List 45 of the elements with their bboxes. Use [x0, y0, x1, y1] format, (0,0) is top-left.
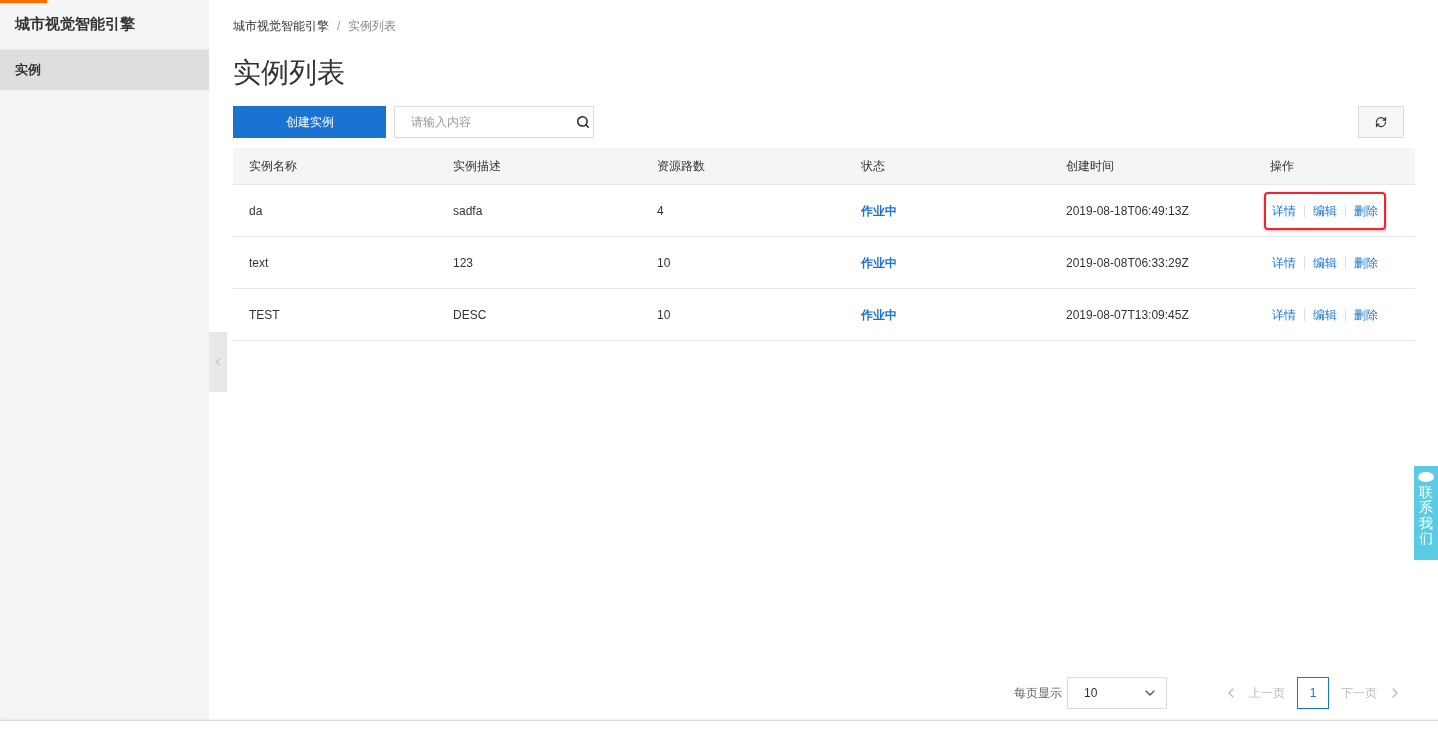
table-cell: da	[249, 203, 263, 218]
table-cell: 2019-08-08T06:33:29Z	[1066, 255, 1189, 270]
table-cell: TEST	[249, 307, 280, 322]
breadcrumb-item[interactable]: 城市视觉智能引擎	[233, 17, 329, 35]
breadcrumb-separator: /	[337, 18, 341, 35]
column-header: 资源路数	[657, 159, 705, 173]
collapse-handle[interactable]	[209, 332, 227, 392]
search-icon[interactable]	[576, 115, 590, 129]
status-text: 作业中	[861, 307, 897, 322]
table-cell: text	[249, 255, 269, 270]
table-cell: 10	[657, 255, 671, 270]
refresh-button[interactable]	[1358, 106, 1404, 138]
action-link[interactable]: 删除	[1354, 253, 1378, 272]
table-cell: sadfa	[453, 203, 483, 218]
chat-icon	[1418, 472, 1434, 482]
table-cell: 2019-08-07T13:09:45Z	[1066, 307, 1189, 322]
table-cell: 4	[657, 203, 664, 218]
action-link[interactable]: 删除	[1354, 305, 1378, 324]
search-field[interactable]: 请输入内容	[394, 106, 594, 138]
page-size-select[interactable]: 10	[1067, 677, 1167, 709]
action-link[interactable]: 详情	[1272, 201, 1296, 220]
column-header: 状态	[861, 159, 885, 173]
create-button[interactable]: 创建实例	[233, 106, 386, 138]
status-text: 作业中	[861, 203, 897, 218]
column-header: 操作	[1270, 159, 1294, 173]
table-cell: 10	[657, 307, 671, 322]
status-text: 作业中	[861, 255, 897, 270]
sidebar-item[interactable]: 实例	[0, 50, 209, 90]
action-link[interactable]: 详情	[1272, 253, 1296, 272]
breadcrumb-item: 实例列表	[348, 18, 397, 35]
action-link[interactable]: 详情	[1272, 305, 1296, 324]
page-title: 实例列表	[233, 56, 346, 90]
action-link[interactable]: 删除	[1354, 201, 1378, 220]
refresh-icon	[1375, 116, 1387, 128]
column-header: 实例描述	[453, 159, 501, 173]
action-link[interactable]: 编辑	[1313, 201, 1337, 220]
column-header: 实例名称	[249, 159, 297, 173]
action-link[interactable]: 编辑	[1313, 305, 1337, 324]
column-header: 创建时间	[1066, 159, 1114, 173]
table-cell: DESC	[453, 307, 487, 322]
page-button[interactable]: 1	[1297, 677, 1329, 709]
page-size-label: 每页显示	[1014, 685, 1062, 702]
table-cell: 123	[453, 255, 474, 270]
table-cell: 2019-08-18T06:49:13Z	[1066, 203, 1189, 218]
action-link[interactable]: 编辑	[1313, 253, 1337, 272]
